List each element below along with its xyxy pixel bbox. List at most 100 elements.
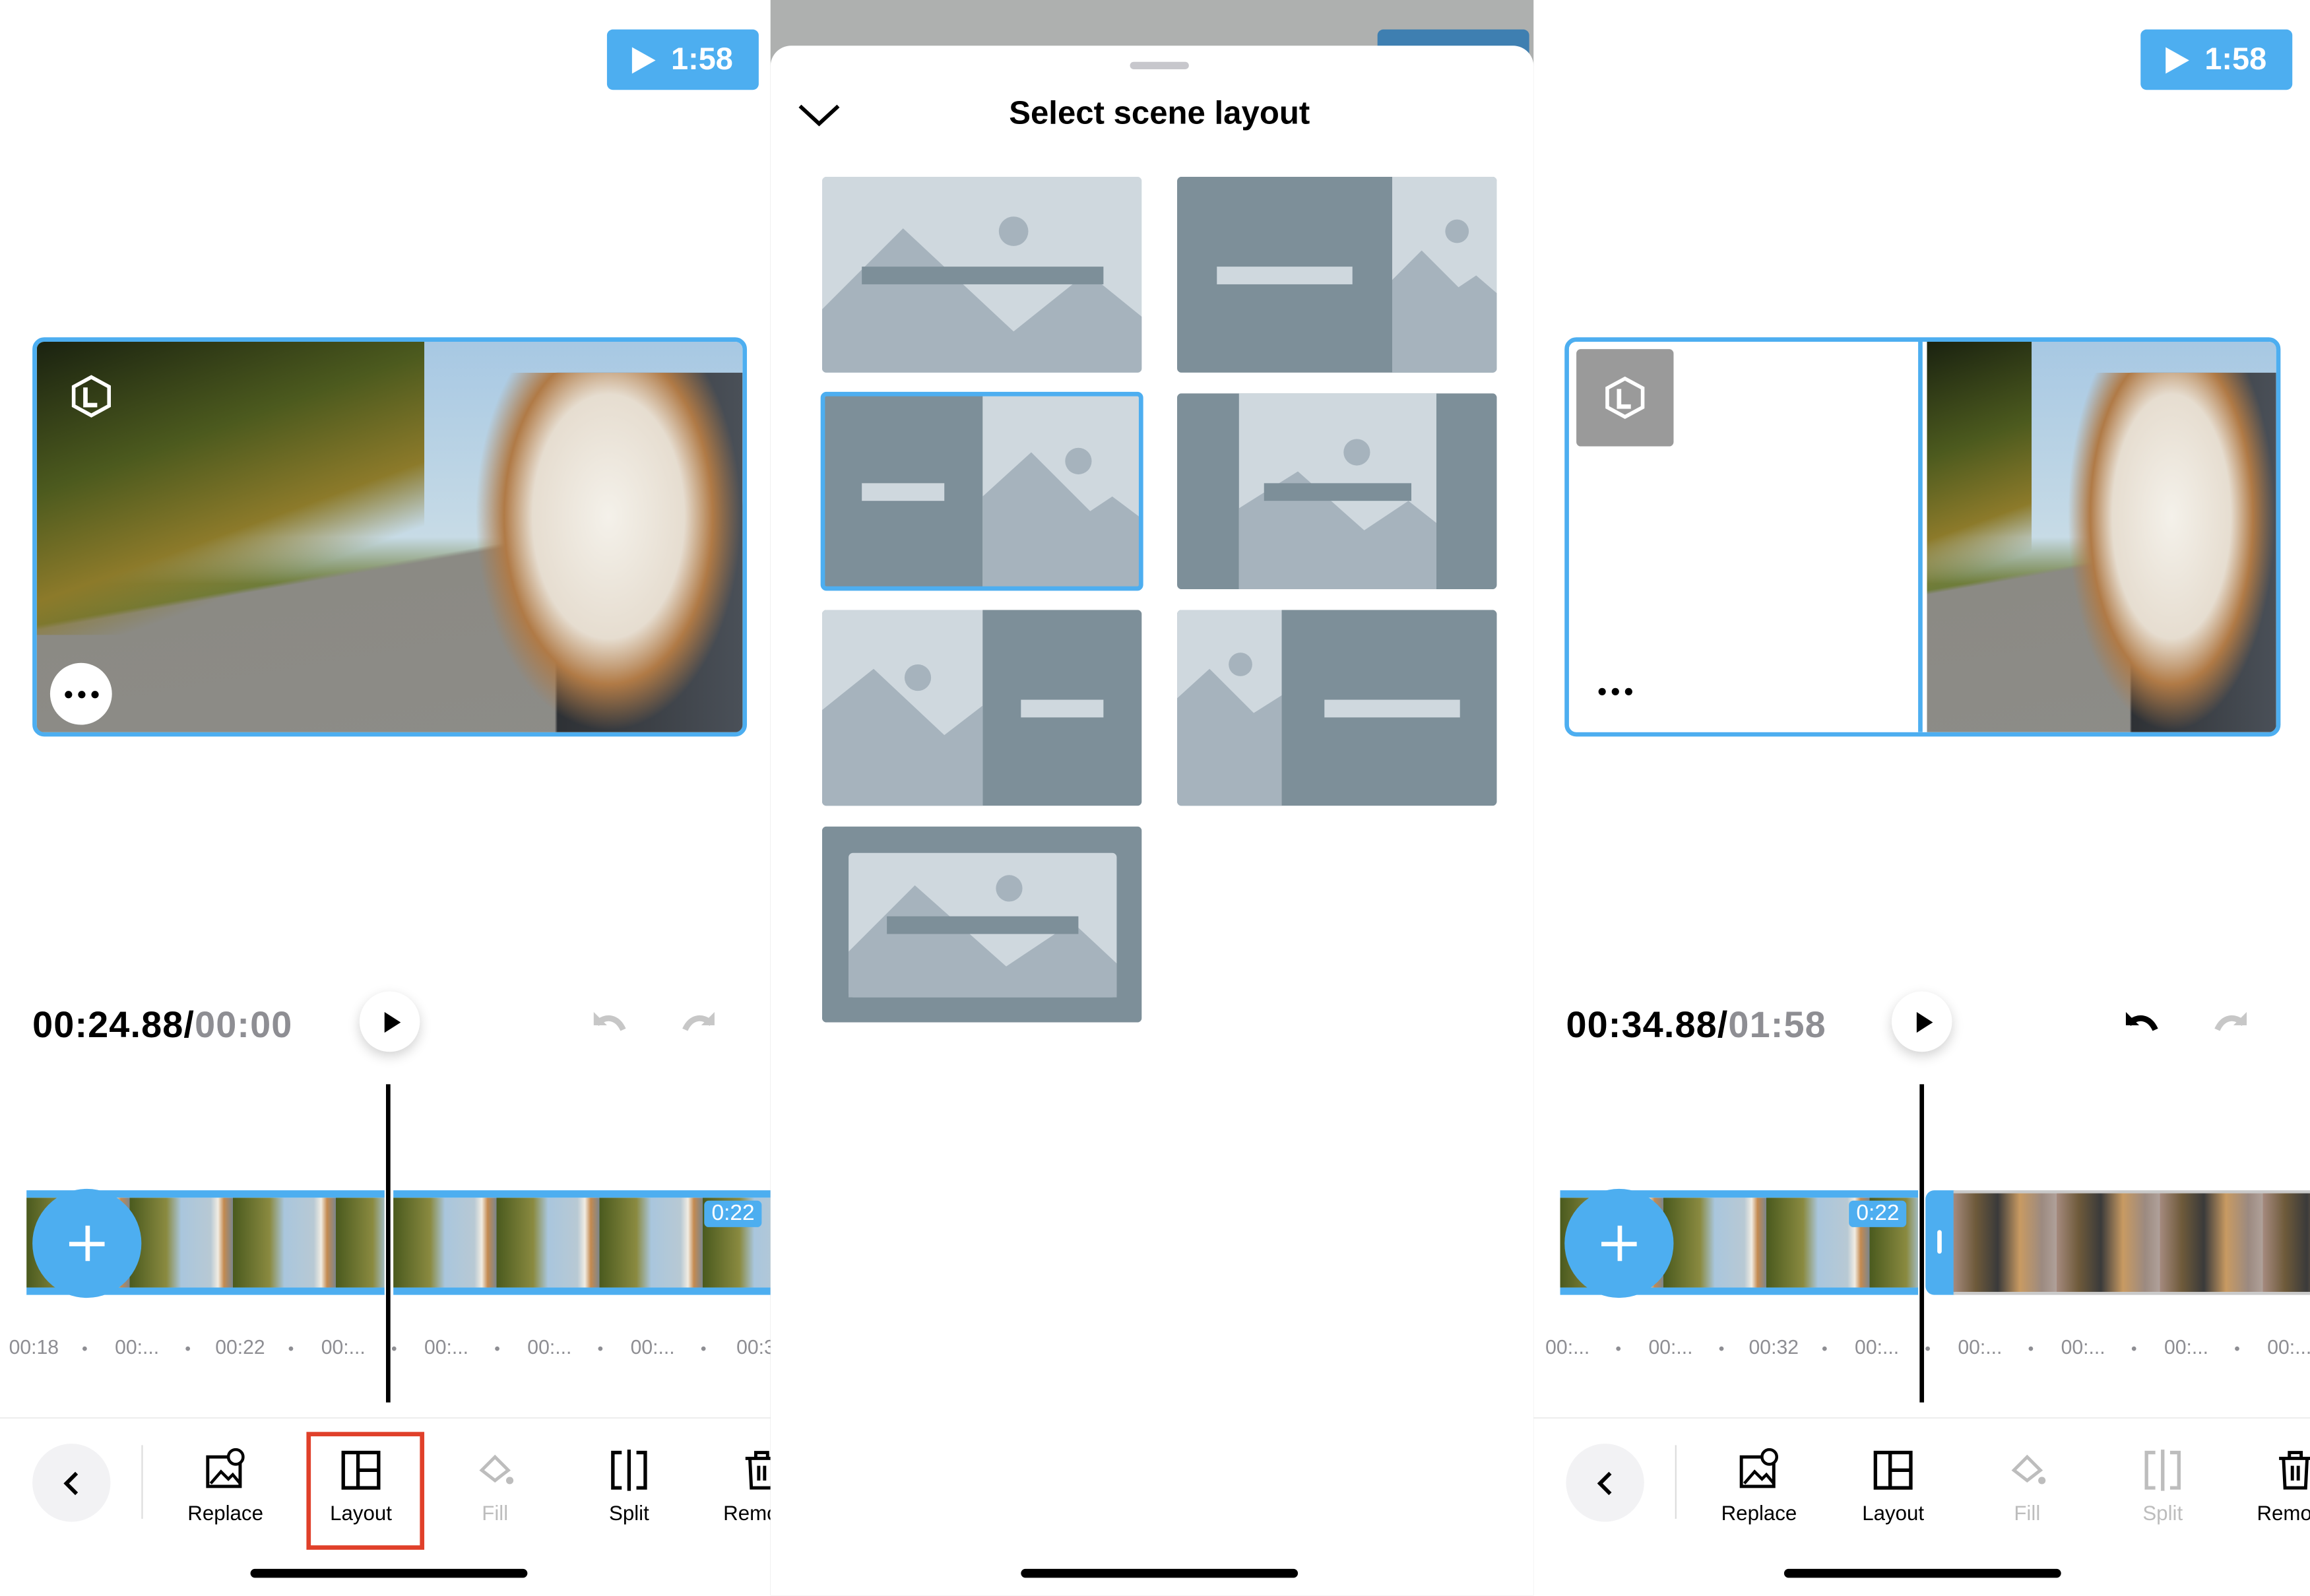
tool-label: Fill <box>2014 1501 2041 1525</box>
play-icon <box>2166 46 2191 73</box>
plus-icon <box>69 1225 105 1261</box>
preview-duration-button[interactable]: 1:58 <box>2140 29 2293 90</box>
chevron-left-icon <box>63 1471 78 1494</box>
tick-label: 00:18 <box>9 1336 59 1358</box>
total-time: 00:00 <box>195 1004 293 1046</box>
more-options-button[interactable] <box>1584 660 1646 722</box>
layout-highlight-box <box>306 1432 425 1550</box>
video-frame <box>36 342 743 732</box>
logo-placeholder[interactable] <box>1576 349 1674 447</box>
tool-label: Replace <box>1721 1501 1797 1525</box>
current-time: 00:34.88 <box>1566 1004 1717 1046</box>
tick-label: 00:... <box>1958 1336 2003 1358</box>
trash-icon <box>745 1451 771 1490</box>
fill-button[interactable]: Fill <box>1968 1448 2086 1525</box>
split-icon <box>2144 1450 2181 1491</box>
replace-button[interactable]: Replace <box>1700 1448 1818 1525</box>
replace-icon <box>1739 1448 1778 1488</box>
duration-label: 1:58 <box>671 42 733 76</box>
home-indicator <box>250 1568 528 1578</box>
layout-option-image-left-narrow-text-right[interactable] <box>1177 610 1497 806</box>
tick-label: 00:... <box>424 1336 469 1358</box>
playhead[interactable] <box>1919 1084 1925 1403</box>
preview-duration-button[interactable]: 1:58 <box>606 29 759 90</box>
more-options-button[interactable] <box>49 662 112 725</box>
playhead[interactable] <box>385 1084 391 1403</box>
video-frame <box>1927 342 2276 732</box>
trash-icon <box>2279 1451 2310 1490</box>
tick-label: 00:... <box>1855 1336 1900 1358</box>
clip-duration-badge: 0:22 <box>704 1200 762 1227</box>
total-time: 01:58 <box>1728 1004 1826 1046</box>
play-button[interactable] <box>359 991 420 1052</box>
tool-label: Remove <box>2257 1501 2310 1525</box>
replace-button[interactable]: Replace <box>166 1448 284 1525</box>
editor-panel-left: 1:58 00:24.88/00:00 0:22 00:18 00:... 00… <box>0 0 771 1596</box>
layout-option-image-center-bars[interactable] <box>1177 393 1497 590</box>
play-button[interactable] <box>1891 991 1952 1052</box>
tick-label: 00:... <box>1545 1336 1590 1358</box>
layout-option-full-image-text[interactable] <box>821 176 1142 373</box>
fill-icon <box>2011 1454 2046 1484</box>
plus-icon <box>1601 1225 1637 1261</box>
timeline-clip-selected[interactable] <box>1953 1190 2310 1295</box>
time-separator: / <box>1717 1004 1729 1046</box>
sheet-grabber[interactable] <box>1130 61 1189 69</box>
divider <box>1675 1445 1677 1519</box>
timeline-ruler: 00:18 00:... 00:22 00:... 00:... 00:... … <box>0 1336 771 1358</box>
sheet-title: Select scene layout <box>1009 94 1310 131</box>
replace-icon <box>206 1448 245 1488</box>
tick-label: 00:... <box>2061 1336 2105 1358</box>
split-icon <box>611 1450 647 1491</box>
add-scene-button[interactable] <box>1564 1188 1674 1298</box>
layout-sheet-panel: Select scene layout <box>770 0 1534 1596</box>
layout-option-text-left-image-right-narrow[interactable] <box>1177 176 1497 373</box>
back-button[interactable] <box>32 1444 111 1522</box>
play-icon <box>383 1011 401 1033</box>
remove-button[interactable]: Remove <box>703 1448 771 1525</box>
tick-label: 00:32 <box>1749 1336 1799 1358</box>
tick-label: 00:... <box>630 1336 675 1358</box>
split-button[interactable]: Split <box>570 1448 688 1525</box>
tool-label: Replace <box>187 1501 263 1525</box>
tool-label: Remove <box>723 1501 771 1525</box>
add-scene-button[interactable] <box>32 1188 142 1298</box>
logo-placeholder-icon[interactable] <box>69 374 113 418</box>
editor-panel-right: 1:58 00:34.88/01:58 0:22 00:... 00:... 0… <box>1533 0 2310 1596</box>
divider <box>141 1445 143 1519</box>
tick-label: 00:3 <box>736 1336 771 1358</box>
time-separator: / <box>183 1004 195 1046</box>
remove-button[interactable]: Remove <box>2236 1448 2310 1525</box>
chevron-left-icon <box>1596 1471 1611 1494</box>
layout-button[interactable]: Layout <box>1834 1448 1952 1525</box>
redo-icon[interactable] <box>679 1006 723 1042</box>
scene-preview[interactable] <box>32 337 748 737</box>
tool-label: Split <box>2142 1501 2183 1525</box>
layout-option-text-left-image-right-half[interactable] <box>820 391 1143 591</box>
layout-icon <box>1873 1450 1913 1490</box>
back-button[interactable] <box>1566 1444 1644 1522</box>
home-indicator <box>1783 1568 2061 1578</box>
redo-icon[interactable] <box>2211 1006 2255 1042</box>
layout-option-framed-image[interactable] <box>821 826 1142 1023</box>
tool-label: Layout <box>1862 1501 1925 1525</box>
clip-duration-badge: 0:22 <box>1849 1200 1907 1227</box>
tool-label: Split <box>608 1501 649 1525</box>
split-button[interactable]: Split <box>2103 1448 2222 1525</box>
fill-button[interactable]: Fill <box>436 1448 554 1525</box>
tick-label: 00:... <box>2164 1336 2209 1358</box>
tick-label: 00:... <box>2267 1336 2310 1358</box>
duration-label: 1:58 <box>2204 42 2267 76</box>
tick-label: 00:... <box>1648 1336 1693 1358</box>
logo-placeholder-icon <box>1605 376 1645 420</box>
scene-preview[interactable] <box>1564 337 2281 737</box>
time-display: 00:34.88/01:58 <box>1566 1005 1826 1048</box>
clip-trim-handle[interactable] <box>1925 1190 1955 1295</box>
undo-icon[interactable] <box>585 1006 629 1042</box>
current-time: 00:24.88 <box>32 1004 184 1046</box>
play-icon <box>1915 1011 1933 1033</box>
time-display: 00:24.88/00:00 <box>32 1005 292 1048</box>
tick-label: 00:... <box>527 1336 572 1358</box>
layout-option-image-left-text-right-half[interactable] <box>821 610 1142 806</box>
undo-icon[interactable] <box>2117 1006 2162 1042</box>
